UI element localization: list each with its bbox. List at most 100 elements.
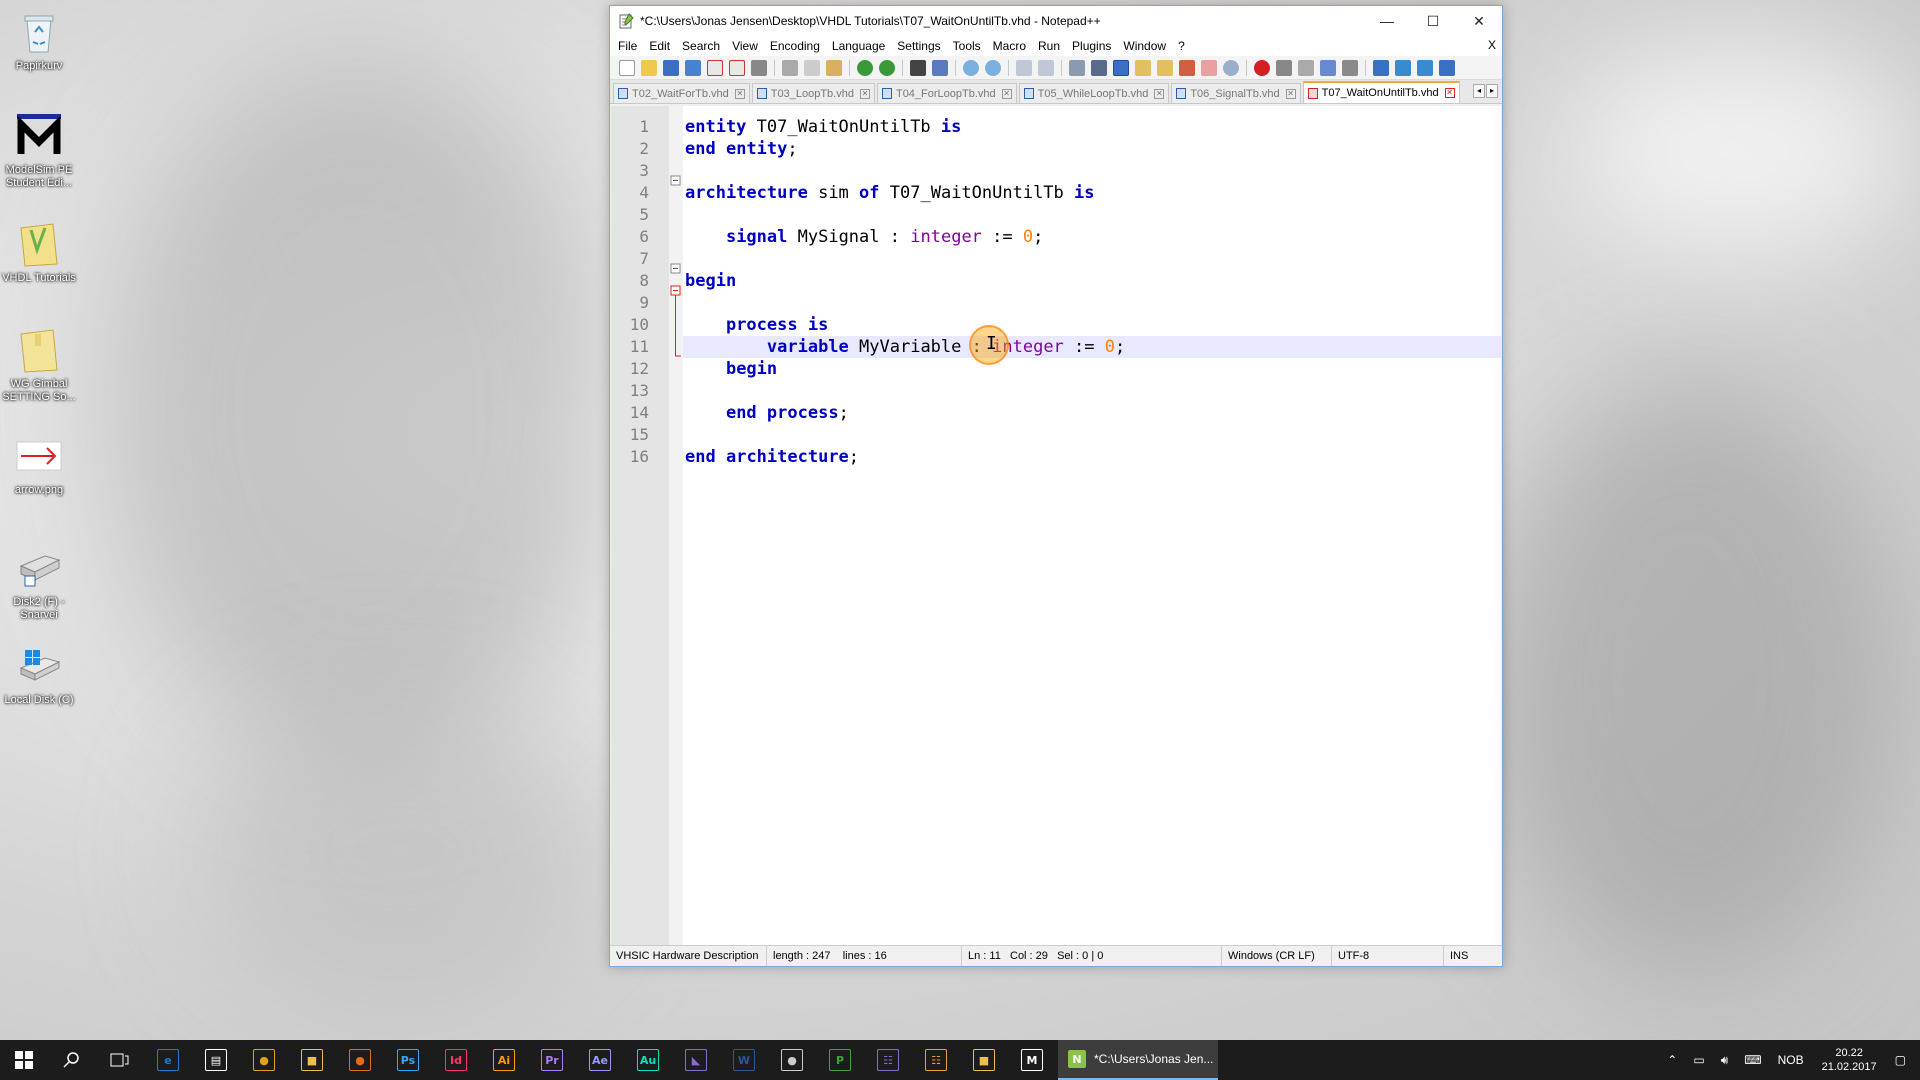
code-line[interactable]: [683, 160, 1501, 182]
taskbar-app-grid-app[interactable]: ☷: [912, 1040, 960, 1080]
code-editor[interactable]: 1 2 3 4 5 6 7 8 9 10 11 12 13 14 15 16 e…: [611, 106, 1501, 945]
desktop-icon-recycle-bin[interactable]: Papirkurv: [0, 8, 78, 73]
network-icon[interactable]: ▭: [1685, 1053, 1712, 1067]
play-macro-icon[interactable]: [1298, 59, 1314, 76]
code-line[interactable]: end process;: [683, 402, 1501, 424]
code-line[interactable]: signal MySignal : integer := 0;: [683, 226, 1501, 248]
taskbar-app-premiere[interactable]: Pr: [528, 1040, 576, 1080]
taskbar-app-chrome[interactable]: ●: [240, 1040, 288, 1080]
stop-macro-icon[interactable]: [1276, 59, 1292, 76]
print-icon[interactable]: [751, 59, 767, 76]
desktop-icon-local-disk[interactable]: Local Disk (C): [0, 642, 78, 707]
notification-icon[interactable]: ▢: [1887, 1053, 1920, 1067]
input-language[interactable]: NOB: [1770, 1053, 1812, 1067]
save-all-icon[interactable]: [685, 59, 701, 76]
eye-icon[interactable]: [1223, 59, 1239, 76]
taskbar-app-photoshop[interactable]: Ps: [384, 1040, 432, 1080]
tab-t05[interactable]: T05_WhileLoopTb.vhd ✕: [1018, 83, 1170, 103]
menu-macro[interactable]: Macro: [989, 39, 1034, 53]
indent-guide-icon[interactable]: [1113, 59, 1129, 76]
tab-t04[interactable]: T04_ForLoopTb.vhd ✕: [876, 83, 1017, 103]
taskbar-app-indesign[interactable]: Id: [432, 1040, 480, 1080]
arrow-up-icon[interactable]: [1395, 59, 1411, 76]
play-multiple-icon[interactable]: [1320, 59, 1336, 76]
taskbar-app-visual-studio[interactable]: ◣: [672, 1040, 720, 1080]
taskbar-app-word[interactable]: W: [720, 1040, 768, 1080]
taskbar-app-audition[interactable]: Au: [624, 1040, 672, 1080]
code-area[interactable]: entity T07_WaitOnUntilTb is end entity; ar…: [683, 106, 1501, 945]
tab-close-icon[interactable]: ✕: [859, 88, 870, 99]
minimize-button[interactable]: —: [1364, 6, 1410, 36]
desktop-icon-arrow-png[interactable]: arrow.png: [0, 432, 78, 497]
menu-help[interactable]: ?: [1174, 39, 1193, 53]
close-button[interactable]: ✕: [1456, 6, 1502, 36]
code-line[interactable]: variable MyVariable : integer := 0;: [683, 336, 1501, 358]
zoom-in-icon[interactable]: [963, 59, 979, 76]
save-macro-icon[interactable]: [1342, 59, 1358, 76]
menu-encoding[interactable]: Encoding: [766, 39, 828, 53]
tab-close-icon[interactable]: ✕: [1154, 88, 1165, 99]
menu-edit[interactable]: Edit: [645, 39, 678, 53]
taskbar-app-modelsim[interactable]: M: [1008, 1040, 1056, 1080]
tab-t02[interactable]: T02_WaitForTb.vhd ✕: [613, 83, 750, 103]
taskbar-app-edge[interactable]: e: [144, 1040, 192, 1080]
keyboard-icon[interactable]: ⌨: [1736, 1053, 1769, 1067]
menu-file[interactable]: File: [614, 39, 645, 53]
find-icon[interactable]: [910, 59, 926, 76]
save-icon[interactable]: [663, 59, 679, 76]
sync-horizontal-icon[interactable]: [1038, 59, 1054, 76]
desktop-icon-wg-gimbal[interactable]: WG Gimbal SETTING So...: [0, 326, 78, 404]
code-line[interactable]: [683, 292, 1501, 314]
code-line[interactable]: begin: [683, 270, 1501, 292]
code-line[interactable]: begin: [683, 358, 1501, 380]
close-file-icon[interactable]: [707, 59, 723, 76]
title-bar[interactable]: *C:\Users\Jonas Jensen\Desktop\VHDL Tuto…: [610, 6, 1502, 36]
taskbar-app-skype[interactable]: ●: [768, 1040, 816, 1080]
start-button[interactable]: [0, 1040, 48, 1080]
task-view-button[interactable]: [96, 1040, 144, 1080]
taskbar-app-calculator[interactable]: ☷: [864, 1040, 912, 1080]
desktop-icon-modelsim[interactable]: ModelSim PE Student Edi...: [0, 112, 78, 190]
taskbar-app-folder-app[interactable]: ■: [960, 1040, 1008, 1080]
taskbar-app-store[interactable]: ▤: [192, 1040, 240, 1080]
doc-map-icon[interactable]: [1135, 59, 1151, 76]
tab-close-icon[interactable]: ✕: [1444, 88, 1455, 98]
show-all-chars-icon[interactable]: [1091, 59, 1107, 76]
menu-view[interactable]: View: [728, 39, 766, 53]
code-line[interactable]: process is: [683, 314, 1501, 336]
code-line[interactable]: [683, 204, 1501, 226]
menu-settings[interactable]: Settings: [893, 39, 948, 53]
copy-icon[interactable]: [804, 59, 820, 76]
menu-window[interactable]: Window: [1119, 39, 1174, 53]
tab-t06[interactable]: T06_SignalTb.vhd ✕: [1171, 83, 1301, 103]
record-macro-icon[interactable]: [1254, 59, 1270, 76]
menu-tools[interactable]: Tools: [949, 39, 989, 53]
paste-icon[interactable]: [826, 59, 842, 76]
monitoring-icon[interactable]: [1201, 59, 1217, 76]
taskbar-app-after-effects[interactable]: Ae: [576, 1040, 624, 1080]
tab-prev-icon[interactable]: ◂: [1473, 84, 1485, 98]
code-line[interactable]: entity T07_WaitOnUntilTb is: [683, 116, 1501, 138]
replace-icon[interactable]: [932, 59, 948, 76]
tab-next-icon[interactable]: ▸: [1486, 84, 1498, 98]
search-button[interactable]: [48, 1040, 96, 1080]
tab-close-icon[interactable]: ✕: [1285, 88, 1296, 99]
taskbar-app-firefox[interactable]: ●: [336, 1040, 384, 1080]
collapse-icon[interactable]: [1373, 59, 1389, 76]
new-file-icon[interactable]: [619, 59, 635, 76]
menu-plugins[interactable]: Plugins: [1068, 39, 1119, 53]
tab-close-icon[interactable]: ✕: [1001, 88, 1012, 99]
close-all-icon[interactable]: [729, 59, 745, 76]
sync-vertical-icon[interactable]: [1016, 59, 1032, 76]
expand-icon[interactable]: [1439, 59, 1455, 76]
arrow-down-icon[interactable]: [1417, 59, 1433, 76]
code-line[interactable]: [683, 380, 1501, 402]
desktop-icon-vhdl-tutorials[interactable]: VHDL Tutorials: [0, 220, 78, 285]
menu-run[interactable]: Run: [1034, 39, 1068, 53]
taskbar-app-explorer[interactable]: ■: [288, 1040, 336, 1080]
taskbar-notepadpp[interactable]: N *C:\Users\Jonas Jen...: [1058, 1040, 1218, 1080]
open-file-icon[interactable]: [641, 59, 657, 76]
tab-close-icon[interactable]: ✕: [734, 88, 745, 99]
code-line[interactable]: end entity;: [683, 138, 1501, 160]
menu-search[interactable]: Search: [678, 39, 728, 53]
